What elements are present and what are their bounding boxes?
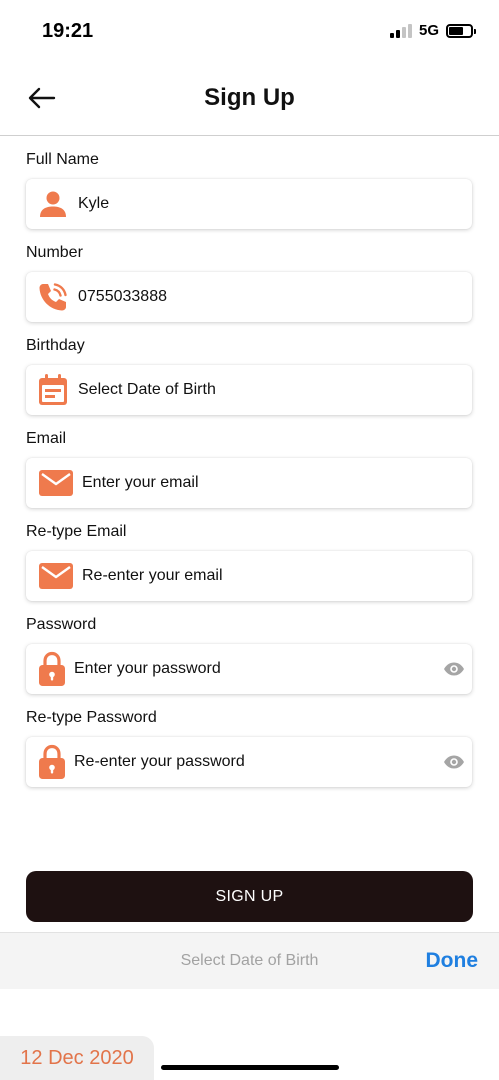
retype-email-placeholder: Re-enter your email <box>82 567 223 584</box>
number-label: Number <box>26 244 83 261</box>
eye-icon[interactable] <box>442 657 466 681</box>
full-name-field[interactable]: Kyle <box>26 179 472 229</box>
calendar-icon <box>36 373 70 407</box>
retype-password-label: Re-type Password <box>26 709 157 726</box>
status-time: 19:21 <box>42 20 94 42</box>
number-value: 0755033888 <box>78 288 167 305</box>
status-indicators: 5G <box>389 22 476 39</box>
person-icon <box>36 187 70 221</box>
selected-date[interactable]: 12 Dec 2020 <box>0 1036 154 1080</box>
password-label: Password <box>26 616 97 633</box>
retype-password-placeholder: Re-enter your password <box>74 753 245 770</box>
birthday-placeholder: Select Date of Birth <box>78 381 216 398</box>
envelope-icon <box>38 466 74 500</box>
email-field[interactable]: Enter your email <box>26 458 472 508</box>
home-indicator <box>161 1065 339 1070</box>
full-name-value: Kyle <box>78 195 110 212</box>
date-picker-toolbar: Select Date of Birth Done <box>0 932 499 989</box>
phone-icon <box>36 280 70 314</box>
retype-email-label: Re-type Email <box>26 523 127 540</box>
page-title: Sign Up <box>204 84 295 111</box>
lock-icon <box>38 651 66 686</box>
email-label: Email <box>26 430 67 447</box>
date-picker-area: 12 Dec 2020 <box>0 989 499 1080</box>
status-bar: 19:21 5G <box>0 0 499 64</box>
signal-icon <box>389 23 412 38</box>
header-bar: Sign Up <box>0 64 499 136</box>
birthday-label: Birthday <box>26 337 85 354</box>
eye-icon[interactable] <box>442 750 466 774</box>
full-name-label: Full Name <box>26 151 99 168</box>
retype-email-field[interactable]: Re-enter your email <box>26 551 472 601</box>
date-picker-title: Select Date of Birth <box>180 952 319 969</box>
envelope-icon <box>38 559 74 593</box>
lock-icon <box>38 744 66 779</box>
birthday-field[interactable]: Select Date of Birth <box>26 365 472 415</box>
password-field[interactable]: Enter your password <box>26 644 472 694</box>
signup-button[interactable]: SIGN UP <box>26 871 473 922</box>
retype-password-field[interactable]: Re-enter your password <box>26 737 472 787</box>
battery-icon <box>446 23 476 38</box>
network-type: 5G <box>418 22 439 39</box>
done-button[interactable]: Done <box>426 949 479 973</box>
number-field[interactable]: 0755033888 <box>26 272 472 322</box>
email-placeholder: Enter your email <box>82 474 199 491</box>
password-placeholder: Enter your password <box>74 660 221 677</box>
